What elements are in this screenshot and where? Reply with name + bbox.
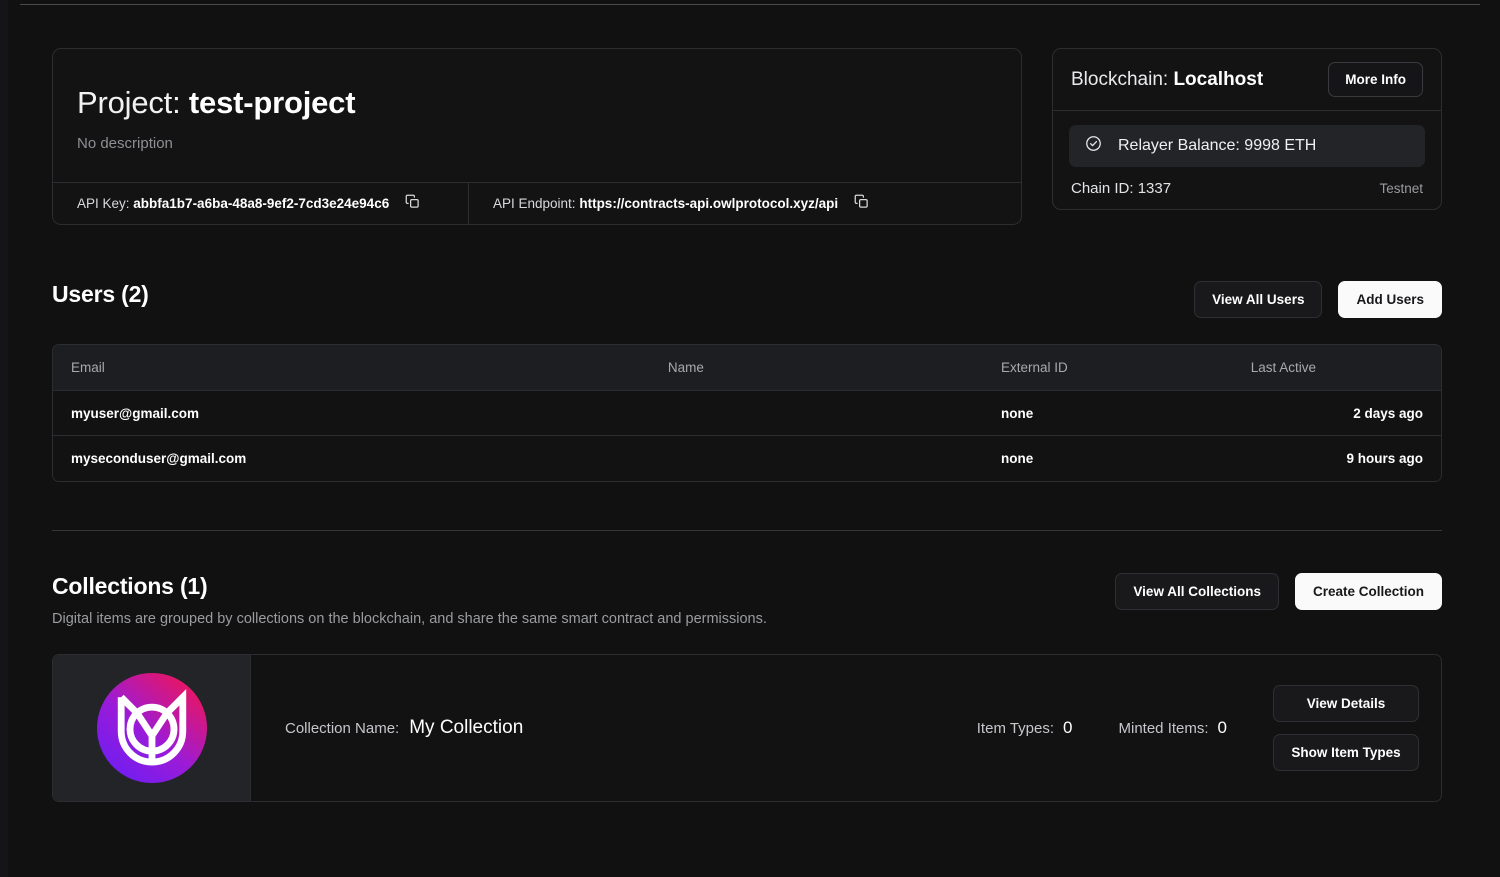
- add-users-button[interactable]: Add Users: [1338, 281, 1442, 318]
- table-row[interactable]: myseconduser@gmail.com none 9 hours ago: [53, 436, 1441, 481]
- users-table-header-row: Email Name External ID Last Active: [53, 345, 1441, 391]
- minted-items-value: 0: [1218, 718, 1227, 738]
- column-header-last-active: Last Active: [1233, 345, 1441, 391]
- copy-api-endpoint-button[interactable]: [852, 192, 871, 214]
- cell-email: myuser@gmail.com: [53, 391, 650, 436]
- view-all-collections-button[interactable]: View All Collections: [1115, 573, 1279, 610]
- column-header-email: Email: [53, 345, 650, 391]
- cell-last-active: 2 days ago: [1233, 391, 1441, 436]
- api-endpoint-cell: API Endpoint: https://contracts-api.owlp…: [469, 183, 895, 224]
- api-endpoint-text: API Endpoint: https://contracts-api.owlp…: [493, 196, 838, 211]
- collection-card-main: Collection Name: My Collection Item Type…: [251, 655, 1441, 801]
- table-row[interactable]: myuser@gmail.com none 2 days ago: [53, 391, 1441, 436]
- copy-icon: [405, 194, 420, 212]
- chain-id-text: Chain ID: 1337: [1071, 180, 1171, 197]
- owl-protocol-logo-icon: [97, 673, 207, 783]
- collections-title: Collections (1): [52, 573, 767, 600]
- blockchain-card-body: Relayer Balance: 9998 ETH Chain ID: 1337…: [1053, 111, 1441, 209]
- api-endpoint-label: API Endpoint:: [493, 196, 576, 211]
- top-divider: [20, 4, 1480, 5]
- project-card-footer: API Key: abbfa1b7-a6ba-48a8-9ef2-7cd3e24…: [53, 182, 1021, 224]
- cell-name: [650, 391, 983, 436]
- users-table-head: Email Name External ID Last Active: [53, 345, 1441, 391]
- collection-thumbnail: [53, 655, 251, 801]
- collection-name-value: My Collection: [409, 717, 523, 739]
- cell-last-active: 9 hours ago: [1233, 436, 1441, 481]
- collections-subtitle: Digital items are grouped by collections…: [52, 611, 767, 627]
- cell-name: [650, 436, 983, 481]
- column-header-name: Name: [650, 345, 983, 391]
- blockchain-card: Blockchain: Localhost More Info Rela: [1052, 48, 1442, 210]
- collection-name-block: Collection Name: My Collection: [285, 717, 977, 739]
- project-name: test-project: [189, 85, 355, 120]
- cell-external-id: none: [983, 436, 1233, 481]
- page-title: Project: test-project: [77, 85, 997, 121]
- blockchain-label: Blockchain:: [1071, 69, 1168, 90]
- blockchain-title: Blockchain: Localhost: [1071, 69, 1263, 91]
- collection-card-actions: View Details Show Item Types: [1273, 685, 1419, 771]
- more-info-button[interactable]: More Info: [1328, 62, 1423, 97]
- users-section: Users (2) View All Users Add Users Email…: [52, 281, 1442, 482]
- blockchain-card-header: Blockchain: Localhost More Info: [1053, 49, 1441, 111]
- minted-items-stat: Minted Items: 0: [1119, 718, 1228, 738]
- network-type-badge: Testnet: [1379, 181, 1423, 196]
- collections-actions: View All Collections Create Collection: [1115, 573, 1442, 610]
- minted-items-label: Minted Items:: [1119, 720, 1209, 737]
- cell-email: myseconduser@gmail.com: [53, 436, 650, 481]
- cell-external-id: none: [983, 391, 1233, 436]
- api-key-value: abbfa1b7-a6ba-48a8-9ef2-7cd3e24e94c6: [133, 196, 389, 211]
- relayer-balance-pill: Relayer Balance: 9998 ETH: [1069, 125, 1425, 167]
- collections-heading-block: Collections (1) Digital items are groupe…: [52, 573, 767, 627]
- page-content: Project: test-project No description API…: [52, 48, 1442, 802]
- item-types-stat: Item Types: 0: [977, 718, 1073, 738]
- create-collection-button[interactable]: Create Collection: [1295, 573, 1442, 610]
- show-item-types-button[interactable]: Show Item Types: [1273, 734, 1419, 771]
- column-header-external-id: External ID: [983, 345, 1233, 391]
- collection-card[interactable]: Collection Name: My Collection Item Type…: [52, 654, 1442, 802]
- project-card: Project: test-project No description API…: [52, 48, 1022, 225]
- users-table-wrapper: Email Name External ID Last Active myuse…: [52, 344, 1442, 482]
- relayer-balance-text: Relayer Balance: 9998 ETH: [1118, 137, 1316, 155]
- users-table-body: myuser@gmail.com none 2 days ago mysecon…: [53, 391, 1441, 481]
- blockchain-card-footer: Chain ID: 1337 Testnet: [1069, 180, 1425, 197]
- view-details-button[interactable]: View Details: [1273, 685, 1419, 722]
- api-endpoint-value: https://contracts-api.owlprotocol.xyz/ap…: [579, 196, 838, 211]
- copy-api-key-button[interactable]: [403, 192, 422, 214]
- users-title: Users (2): [52, 281, 149, 308]
- item-types-label: Item Types:: [977, 720, 1054, 737]
- api-key-label: API Key:: [77, 196, 130, 211]
- collections-section-header: Collections (1) Digital items are groupe…: [52, 573, 1442, 627]
- collections-section: Collections (1) Digital items are groupe…: [52, 573, 1442, 802]
- users-table: Email Name External ID Last Active myuse…: [53, 345, 1441, 481]
- dashboard-page: Project: test-project No description API…: [0, 0, 1500, 877]
- api-key-text: API Key: abbfa1b7-a6ba-48a8-9ef2-7cd3e24…: [77, 196, 389, 211]
- left-edge-strip: [0, 0, 8, 877]
- users-section-header: Users (2) View All Users Add Users: [52, 281, 1442, 318]
- item-types-value: 0: [1063, 718, 1072, 738]
- view-all-users-button[interactable]: View All Users: [1194, 281, 1322, 318]
- project-description: No description: [77, 135, 997, 152]
- section-divider: [52, 530, 1442, 531]
- copy-icon: [854, 194, 869, 212]
- api-key-cell: API Key: abbfa1b7-a6ba-48a8-9ef2-7cd3e24…: [53, 183, 469, 224]
- users-actions: View All Users Add Users: [1194, 281, 1442, 318]
- check-circle-icon: [1085, 135, 1102, 157]
- blockchain-network-name: Localhost: [1173, 69, 1263, 90]
- collection-name-label: Collection Name:: [285, 720, 399, 737]
- project-card-body: Project: test-project No description: [53, 49, 1021, 182]
- project-title-prefix: Project:: [77, 85, 181, 120]
- summary-row: Project: test-project No description API…: [52, 48, 1442, 225]
